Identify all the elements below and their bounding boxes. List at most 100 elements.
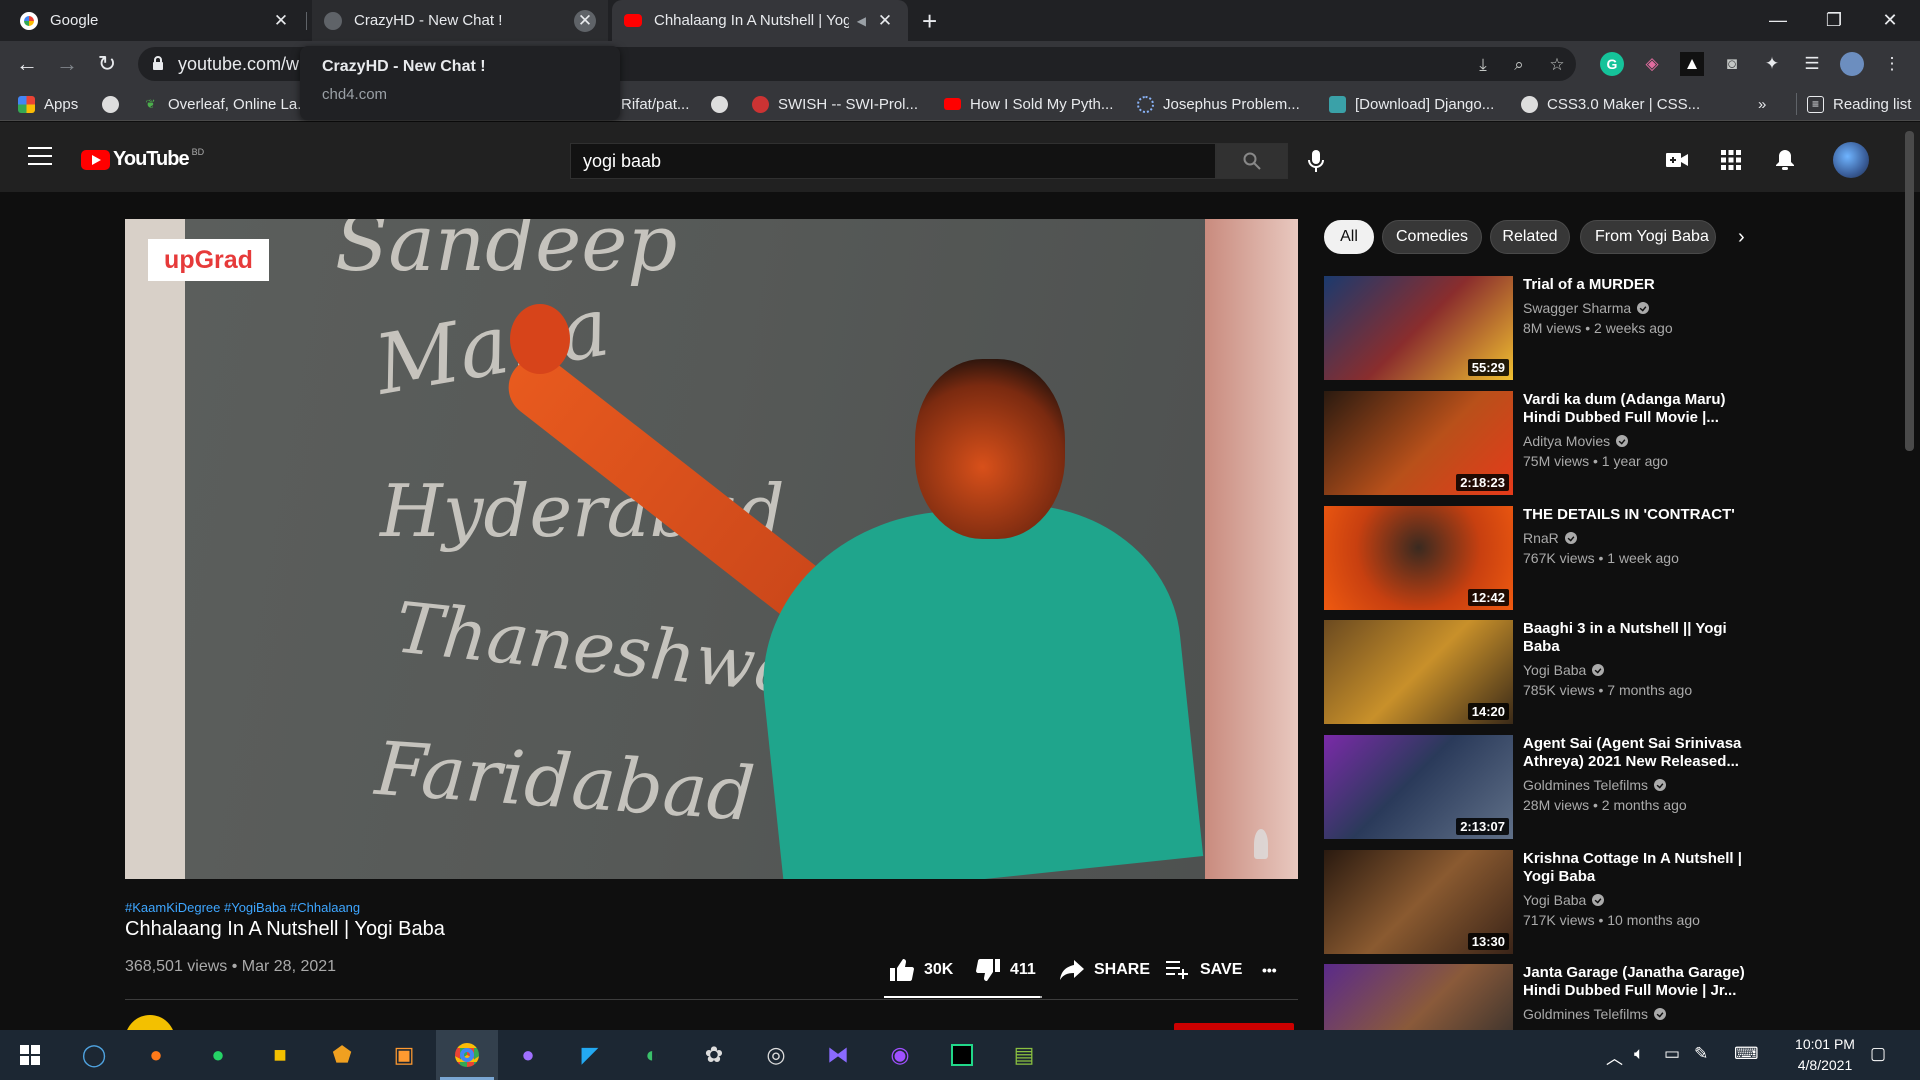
hamburger-menu-icon[interactable] bbox=[28, 147, 52, 165]
bookmark-rifat[interactable]: Rifat/pat... bbox=[621, 93, 689, 115]
close-tab-icon[interactable]: ✕ bbox=[270, 10, 292, 32]
volume-icon[interactable]: 🔈︎ bbox=[1634, 1044, 1644, 1064]
app-icon[interactable]: ✿ bbox=[686, 1030, 742, 1080]
network-icon[interactable]: ▭ bbox=[1664, 1044, 1680, 1064]
lock-icon[interactable] bbox=[152, 55, 164, 71]
bookmark-swish[interactable]: SWISH -- SWI-Prol... bbox=[752, 93, 918, 115]
chip-all[interactable]: All bbox=[1324, 220, 1374, 254]
shield-app-icon[interactable]: ⬟ bbox=[314, 1030, 370, 1080]
recommendation-item[interactable]: 2:13:07 Agent Sai (Agent Sai Srinivasa A… bbox=[1324, 735, 1754, 839]
youtube-favicon-icon bbox=[944, 98, 961, 110]
close-tab-icon[interactable]: ✕ bbox=[874, 10, 896, 32]
recommendation-item[interactable]: 55:29 Trial of a MURDER Swagger Sharma 8… bbox=[1324, 276, 1754, 380]
close-tab-icon[interactable]: ✕ bbox=[574, 9, 596, 32]
whatsapp-icon[interactable]: ● bbox=[190, 1030, 246, 1080]
bookmark-django[interactable]: [Download] Django... bbox=[1329, 93, 1494, 115]
notification-center-icon[interactable]: ▢ bbox=[1870, 1044, 1886, 1064]
recommendation-item[interactable]: Janta Garage (Janatha Garage) Hindi Dubb… bbox=[1324, 964, 1754, 1030]
visual-studio-icon[interactable]: ⧓ bbox=[810, 1030, 866, 1080]
create-video-icon[interactable] bbox=[1664, 148, 1690, 172]
install-icon[interactable]: ⤓ bbox=[1472, 54, 1494, 76]
media-queue-icon[interactable]: ☰ bbox=[1800, 52, 1824, 76]
camera-icon[interactable]: ◙ bbox=[1720, 52, 1744, 76]
app-icon[interactable]: ▤ bbox=[996, 1030, 1052, 1080]
maps-app-icon[interactable]: ◐ bbox=[624, 1030, 680, 1080]
video-thumbnail[interactable]: 2:18:23 bbox=[1324, 391, 1513, 495]
chip-comedies[interactable]: Comedies bbox=[1382, 220, 1482, 254]
bookmark-star-icon[interactable]: ☆ bbox=[1546, 54, 1568, 76]
pen-icon[interactable]: ✎ bbox=[1694, 1044, 1708, 1064]
taskbar-clock[interactable]: 10:01 PM 4/8/2021 bbox=[1780, 1034, 1870, 1076]
back-button[interactable]: ← bbox=[12, 49, 42, 79]
recommendation-item[interactable]: 2:18:23 Vardi ka dum (Adanga Maru) Hindi… bbox=[1324, 391, 1754, 495]
bookmark-youtube[interactable]: How I Sold My Pyth... bbox=[944, 93, 1113, 115]
recommendation-item[interactable]: 14:20 Baaghi 3 in a Nutshell || Yogi Bab… bbox=[1324, 620, 1754, 724]
video-player[interactable]: Sandeep Mana Hyderabad Thaneshwar Farida… bbox=[125, 219, 1298, 879]
extension-icon[interactable]: ▲ bbox=[1680, 52, 1704, 76]
chevron-right-icon[interactable]: › bbox=[1738, 226, 1745, 249]
chip-from-yogi-baba[interactable]: From Yogi Baba bbox=[1580, 220, 1716, 254]
hashtags[interactable]: #KaamKiDegree #YogiBaba #Chhalaang bbox=[125, 900, 360, 915]
firefox-icon[interactable]: ● bbox=[128, 1030, 184, 1080]
puzzle-icon[interactable]: ✦ bbox=[1760, 52, 1784, 76]
more-bookmarks-button[interactable]: » bbox=[1758, 93, 1766, 115]
menu-kebab-icon[interactable]: ⋮ bbox=[1880, 52, 1904, 76]
reload-button[interactable]: ↻ bbox=[92, 49, 122, 79]
tab-youtube[interactable]: Chhalaang In A Nutshell | Yog ◀ ✕ bbox=[612, 0, 908, 41]
bookmark-css[interactable]: CSS3.0 Maker | CSS... bbox=[1521, 93, 1700, 115]
video-thumbnail[interactable]: 12:42 bbox=[1324, 506, 1513, 610]
bookmark-josephus[interactable]: Josephus Problem... bbox=[1137, 93, 1300, 115]
duration-badge: 55:29 bbox=[1467, 359, 1509, 376]
vscode-icon[interactable]: ◤ bbox=[562, 1030, 618, 1080]
microphone-icon[interactable] bbox=[1304, 148, 1328, 174]
github-icon[interactable]: ● bbox=[500, 1030, 556, 1080]
restore-button[interactable]: ❐ bbox=[1806, 0, 1862, 41]
close-window-button[interactable]: ✕ bbox=[1862, 0, 1918, 41]
recommendation-item[interactable]: 12:42 THE DETAILS IN 'CONTRACT' RnaR 767… bbox=[1324, 506, 1754, 610]
file-explorer-icon[interactable]: ■ bbox=[252, 1030, 308, 1080]
bookmark-apps[interactable]: Apps bbox=[18, 93, 78, 115]
profile-avatar-icon[interactable] bbox=[1840, 52, 1864, 76]
more-actions-button[interactable]: ••• bbox=[1262, 958, 1277, 982]
video-thumbnail[interactable]: 2:13:07 bbox=[1324, 735, 1513, 839]
mute-icon[interactable]: ◀ bbox=[857, 14, 866, 28]
recommendation-item[interactable]: 13:30 Krishna Cottage In A Nutshell | Yo… bbox=[1324, 850, 1754, 954]
windows-start-icon[interactable] bbox=[2, 1030, 58, 1080]
bookmark-globe[interactable] bbox=[711, 93, 737, 115]
video-thumbnail[interactable] bbox=[1324, 964, 1513, 1030]
search-button[interactable] bbox=[1216, 143, 1288, 179]
reading-list-button[interactable]: ≡ Reading list bbox=[1796, 93, 1911, 115]
extension-icon[interactable]: ◈ bbox=[1640, 52, 1664, 76]
account-avatar[interactable] bbox=[1833, 142, 1869, 178]
forward-button[interactable]: → bbox=[52, 49, 82, 79]
bookmark-globe[interactable] bbox=[102, 93, 128, 115]
video-thumbnail[interactable]: 14:20 bbox=[1324, 620, 1513, 724]
search-input[interactable]: yogi baab bbox=[570, 143, 1216, 179]
video-thumbnail[interactable]: 13:30 bbox=[1324, 850, 1513, 954]
tab-crazyhd[interactable]: CrazyHD - New Chat ! ✕ bbox=[312, 0, 608, 41]
page-scrollbar[interactable] bbox=[1905, 131, 1914, 451]
search-taskbar-icon[interactable]: ◯ bbox=[66, 1030, 122, 1080]
dislike-button[interactable]: 411 bbox=[976, 958, 1036, 982]
chrome-icon[interactable] bbox=[436, 1030, 498, 1080]
share-button[interactable]: SHARE bbox=[1060, 958, 1150, 982]
messenger-icon[interactable]: ◉ bbox=[872, 1030, 928, 1080]
video-thumbnail[interactable]: 55:29 bbox=[1324, 276, 1513, 380]
minimize-button[interactable]: — bbox=[1750, 0, 1806, 41]
like-button[interactable]: 30K bbox=[890, 958, 953, 982]
app-icon[interactable]: ▣ bbox=[376, 1030, 432, 1080]
keyboard-icon[interactable]: ⌨ bbox=[1734, 1044, 1759, 1064]
save-button[interactable]: SAVE bbox=[1166, 958, 1242, 982]
tab-google[interactable]: Google ✕ bbox=[8, 0, 304, 41]
apps-grid-icon[interactable] bbox=[1718, 148, 1744, 172]
zoom-icon[interactable]: ⌕ bbox=[1508, 54, 1530, 76]
youtube-logo[interactable]: YouTube BD bbox=[81, 147, 204, 171]
notifications-bell-icon[interactable] bbox=[1772, 148, 1798, 172]
bookmark-overleaf[interactable]: ❦ Overleaf, Online La... bbox=[142, 93, 309, 115]
chevron-up-icon[interactable]: ︿ bbox=[1606, 1044, 1623, 1069]
chip-related[interactable]: Related bbox=[1490, 220, 1570, 254]
new-tab-button[interactable]: + bbox=[922, 6, 937, 37]
grammarly-icon[interactable]: G bbox=[1600, 52, 1624, 76]
pycharm-icon[interactable] bbox=[934, 1030, 990, 1080]
app-icon[interactable]: ◎ bbox=[748, 1030, 804, 1080]
